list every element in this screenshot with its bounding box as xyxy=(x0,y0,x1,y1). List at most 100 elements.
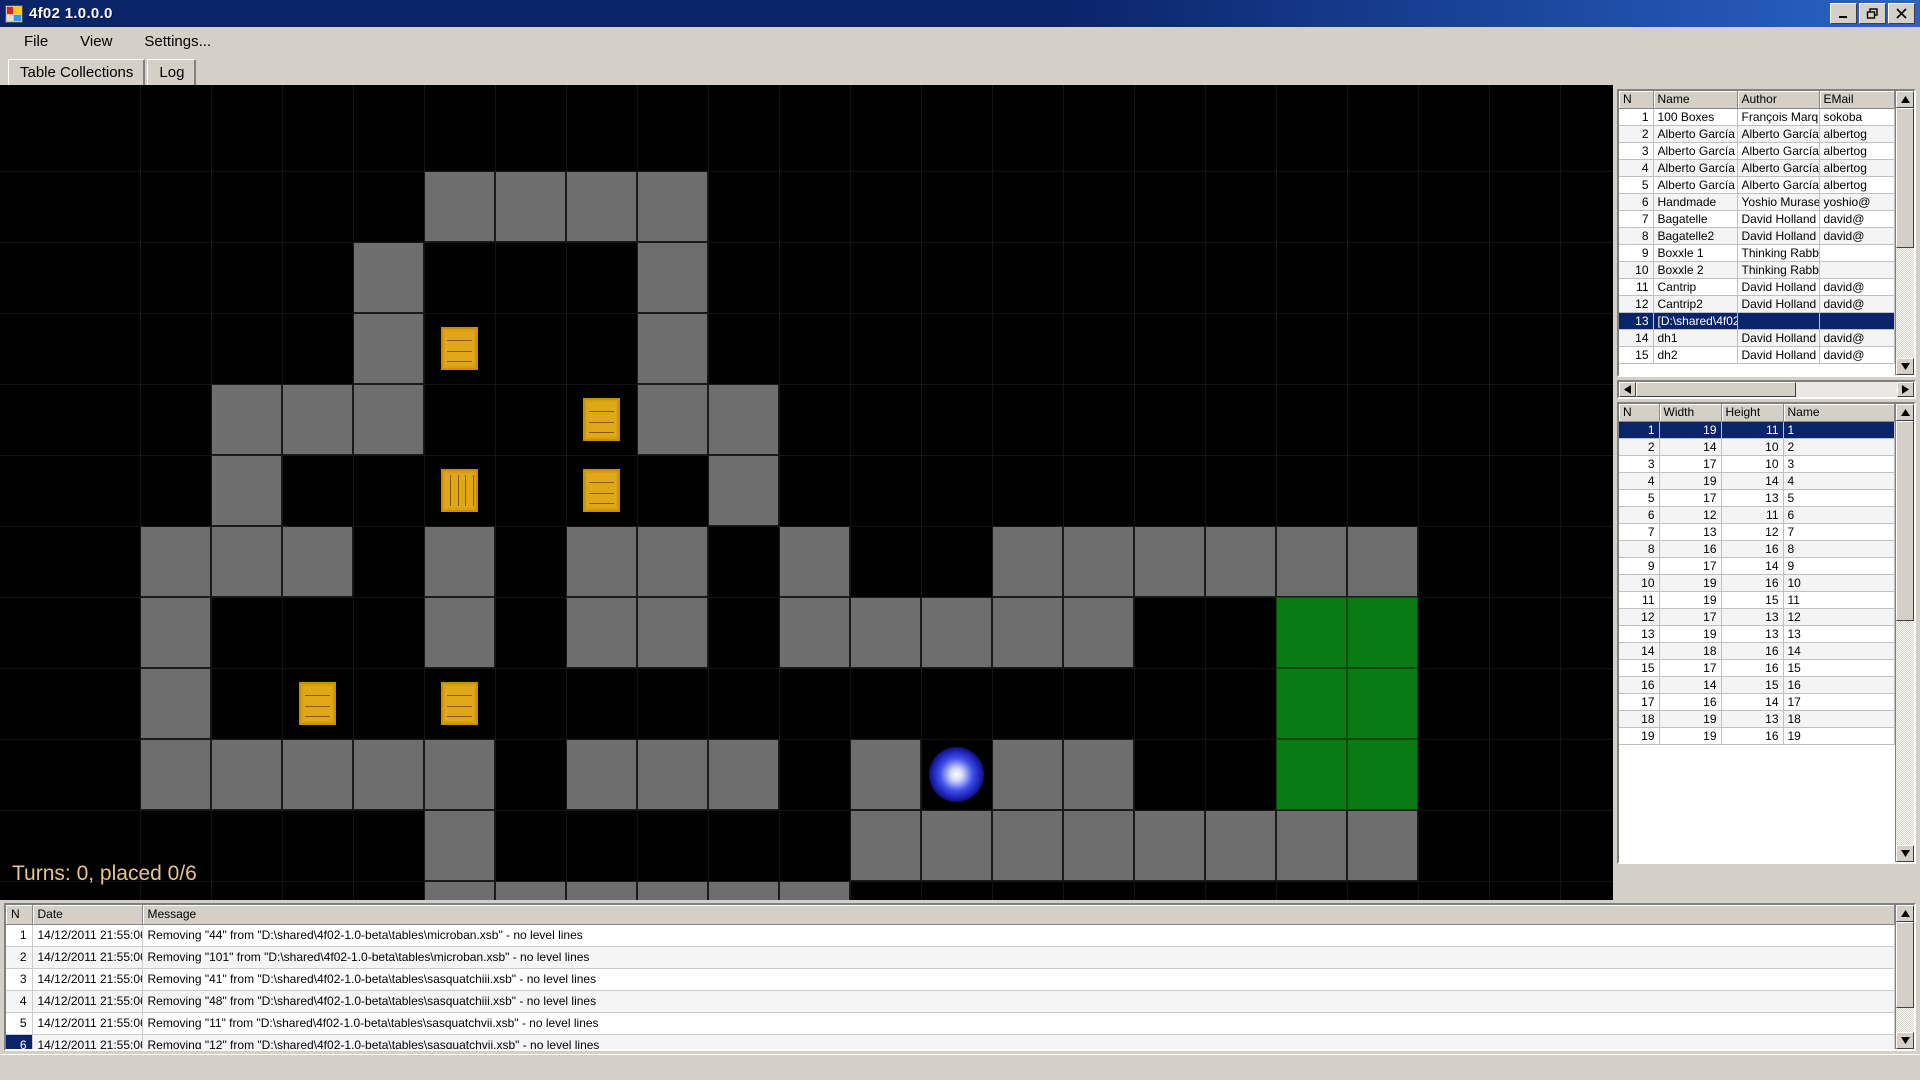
board-cell-floor[interactable] xyxy=(708,881,779,900)
minimize-icon[interactable] xyxy=(1830,3,1857,24)
levels_grid-row[interactable]: 3 17 10 3 xyxy=(1619,455,1895,473)
levels_grid-row[interactable]: 1 19 11 1 xyxy=(1619,421,1895,439)
collections_grid-row[interactable]: 13[D:\shared\4f02-... xyxy=(1619,312,1895,330)
tab-log[interactable]: Log xyxy=(147,59,197,85)
log-row[interactable]: 4 14/12/2011 21:55:06 Removing "48" from "… xyxy=(6,990,1895,1013)
levels-scroll-track[interactable] xyxy=(1896,621,1914,845)
board-cell-floor[interactable] xyxy=(637,881,708,900)
board-cell-floor[interactable] xyxy=(495,171,566,242)
board-cell-floor[interactable] xyxy=(353,384,424,455)
collections_grid-row[interactable]: 1100 BoxesFrançois Marquessokoba xyxy=(1619,108,1895,126)
board-cell-floor[interactable] xyxy=(708,384,779,455)
board-cell-floor[interactable] xyxy=(211,526,282,597)
board-cell-floor[interactable] xyxy=(1276,810,1347,881)
col-header-log-n[interactable]: N xyxy=(6,905,33,925)
close-icon[interactable] xyxy=(1888,3,1915,24)
board-cell-floor[interactable] xyxy=(708,455,779,526)
log-scroll-thumb[interactable] xyxy=(1896,922,1914,1008)
crate[interactable] xyxy=(299,682,336,725)
col-header-n[interactable]: N xyxy=(1619,91,1654,109)
collections-hscroll-track[interactable] xyxy=(1796,382,1897,397)
collections-scroll-track[interactable] xyxy=(1896,248,1914,358)
collections_grid-row[interactable]: 2 Alberto García 1 Alberto García albertog xyxy=(1619,125,1895,143)
restore-icon[interactable] xyxy=(1859,3,1886,24)
menu-item-settings[interactable]: Settings... xyxy=(130,29,225,54)
collections_grid-row[interactable]: 5Alberto García B...Alberto Garcíaalbert… xyxy=(1619,176,1895,194)
col-header-level-name[interactable]: Name xyxy=(1783,404,1895,422)
board-cell-floor[interactable] xyxy=(1276,526,1347,597)
levels_grid-row[interactable]: 17 16 14 17 xyxy=(1619,693,1895,711)
board-cell-floor[interactable] xyxy=(211,739,282,810)
levels_grid-row[interactable]: 2 14 10 2 xyxy=(1619,438,1895,456)
log-row[interactable]: 2 14/12/2011 21:55:06 Removing "101" from … xyxy=(6,946,1895,969)
board-cell-floor[interactable] xyxy=(424,597,495,668)
levels_grid-row[interactable]: 7 13 12 7 xyxy=(1619,523,1895,541)
crate[interactable] xyxy=(441,327,478,370)
collections-scroll-thumb[interactable] xyxy=(1896,108,1914,248)
levels_grid-row[interactable]: 6 12 11 6 xyxy=(1619,506,1895,524)
levels_grid-row[interactable]: 16 14 15 16 xyxy=(1619,676,1895,694)
col-header-message[interactable]: Message xyxy=(142,905,1895,925)
crate[interactable] xyxy=(583,398,620,441)
board-cell-goal[interactable] xyxy=(1347,597,1418,668)
menu-item-file[interactable]: File xyxy=(10,29,62,54)
col-header-height[interactable]: Height xyxy=(1721,404,1784,422)
board-cell-floor[interactable] xyxy=(211,455,282,526)
collections-grid[interactable]: N Name Author EMail 1 100 Boxes François M… xyxy=(1617,89,1916,377)
board-cell-floor[interactable] xyxy=(637,171,708,242)
board-cell-goal[interactable] xyxy=(1347,668,1418,739)
board-cell-floor[interactable] xyxy=(1205,526,1276,597)
game-view[interactable]: Turns: 0, placed 0/6 xyxy=(0,85,1613,900)
log-vscrollbar[interactable] xyxy=(1895,905,1914,1049)
scroll-right-icon[interactable] xyxy=(1897,382,1914,397)
board-cell-floor[interactable] xyxy=(708,739,779,810)
log-row[interactable]: 6 14/12/2011 21:55:06 Removing "12" from "… xyxy=(6,1034,1895,1049)
board-cell-floor[interactable] xyxy=(850,810,921,881)
board-cell-floor[interactable] xyxy=(424,810,495,881)
player-token[interactable] xyxy=(929,747,984,802)
levels_grid-row[interactable]: 10 19 16 10 xyxy=(1619,574,1895,592)
board-cell-floor[interactable] xyxy=(637,597,708,668)
board-cell-goal[interactable] xyxy=(1276,597,1347,668)
scroll-left-icon[interactable] xyxy=(1619,382,1636,397)
board-cell-floor[interactable] xyxy=(1347,526,1418,597)
collections_grid-row[interactable]: 10Boxxle 2Thinking Rabbit, ... xyxy=(1619,261,1895,279)
board-cell-floor[interactable] xyxy=(353,313,424,384)
levels-grid[interactable]: N Width Height Name 1 19 11 1 2 14 10 2 3 17 10 3 4 1… xyxy=(1617,402,1916,864)
board-cell-floor[interactable] xyxy=(566,597,637,668)
board-cell-goal[interactable] xyxy=(1276,739,1347,810)
log-grid[interactable]: N Date Message 1 14/12/2011 21:55:06 Remov… xyxy=(4,903,1916,1051)
collections_grid-row[interactable]: 3 Alberto García 2 Alberto García albertog xyxy=(1619,142,1895,160)
levels_grid-row[interactable]: 18 19 13 18 xyxy=(1619,710,1895,728)
board-cell-floor[interactable] xyxy=(779,526,850,597)
col-header-width[interactable]: Width xyxy=(1659,404,1722,422)
levels_grid-row[interactable]: 12 17 13 12 xyxy=(1619,608,1895,626)
collections-table[interactable]: N Name Author EMail 1 100 Boxes François M… xyxy=(1619,91,1895,364)
collections_grid-row[interactable]: 12 Cantrip2 David Holland david@ xyxy=(1619,295,1895,313)
board-cell-floor[interactable] xyxy=(850,739,921,810)
log-row[interactable]: 5 14/12/2011 21:55:06 Removing "11" from "… xyxy=(6,1012,1895,1035)
collections_grid-row[interactable]: 14 dh1 David Holland david@ xyxy=(1619,329,1895,347)
menu-item-view[interactable]: View xyxy=(66,29,126,54)
board-cell-floor[interactable] xyxy=(850,597,921,668)
board-cell-floor[interactable] xyxy=(140,526,211,597)
crate[interactable] xyxy=(441,469,478,512)
board-cell-floor[interactable] xyxy=(637,384,708,455)
board-cell-floor[interactable] xyxy=(1063,810,1134,881)
log-table[interactable]: N Date Message 1 14/12/2011 21:55:06 Remov… xyxy=(6,905,1895,1049)
board-cell-floor[interactable] xyxy=(921,810,992,881)
collections_grid-row[interactable]: 9Boxxle 1Thinking Rabbit, ... xyxy=(1619,244,1895,262)
board-cell-floor[interactable] xyxy=(282,739,353,810)
crate[interactable] xyxy=(441,682,478,725)
board-cell-floor[interactable] xyxy=(140,597,211,668)
board-cell-floor[interactable] xyxy=(779,597,850,668)
col-header-author[interactable]: Author xyxy=(1737,91,1820,109)
levels-table[interactable]: N Width Height Name 1 19 11 1 2 14 10 2 3 17 10 3 4 1… xyxy=(1619,404,1895,745)
collections_grid-row[interactable]: 8 Bagatelle2 David Holland david@ xyxy=(1619,227,1895,245)
col-header-date[interactable]: Date xyxy=(32,905,143,925)
scroll-down-icon[interactable] xyxy=(1896,1032,1914,1049)
levels_grid-row[interactable]: 8 16 16 8 xyxy=(1619,540,1895,558)
col-header-name[interactable]: Name xyxy=(1653,91,1738,109)
board-cell-floor[interactable] xyxy=(992,597,1063,668)
scroll-up-icon[interactable] xyxy=(1896,91,1914,108)
